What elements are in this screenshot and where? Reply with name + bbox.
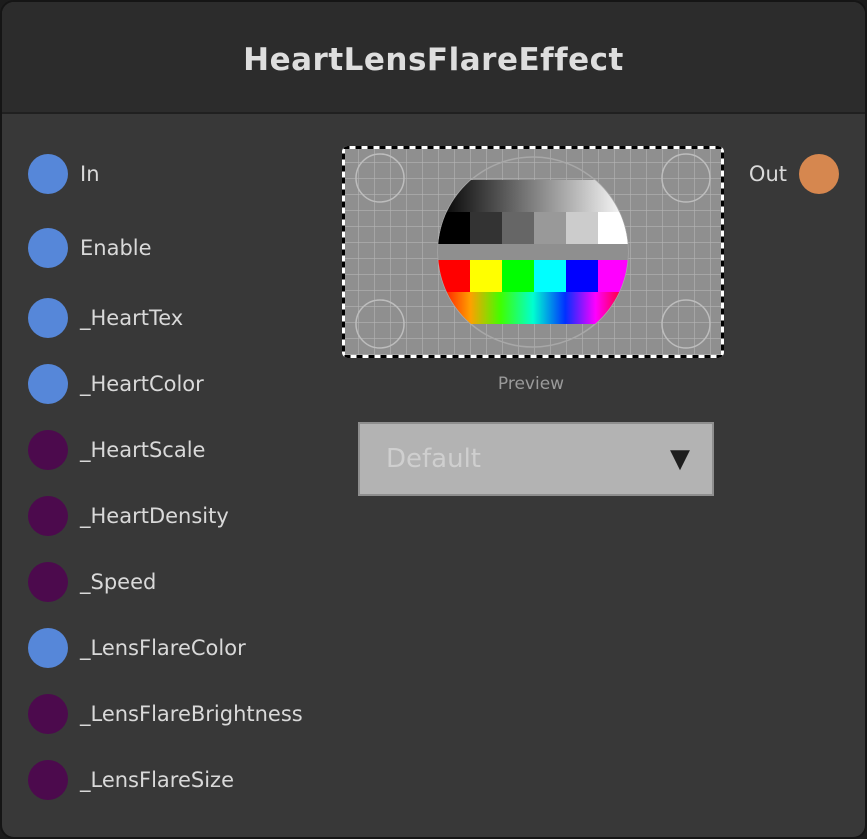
input-port-lensflaresize[interactable]: _LensFlareSize	[28, 758, 234, 802]
port-label: _HeartDensity	[80, 504, 229, 528]
port-connector-dot[interactable]	[28, 694, 68, 734]
port-connector-dot[interactable]	[28, 228, 68, 268]
node-title: HeartLensFlareEffect	[243, 42, 624, 78]
input-port-heartscale[interactable]: _HeartScale	[28, 428, 205, 472]
port-connector-dot[interactable]	[28, 298, 68, 338]
port-label: _HeartScale	[80, 438, 206, 462]
port-label: _Speed	[80, 570, 157, 594]
input-port-heartcolor[interactable]: _HeartColor	[28, 362, 204, 406]
port-connector-dot[interactable]	[799, 154, 839, 194]
input-port-speed[interactable]: _Speed	[28, 560, 156, 604]
triangle-down-icon: ▼	[670, 444, 690, 474]
mode-dropdown[interactable]: Default ▼	[358, 422, 714, 496]
port-connector-dot[interactable]	[28, 364, 68, 404]
node-header[interactable]: HeartLensFlareEffect	[2, 2, 865, 114]
input-port-lensflarecolor[interactable]: _LensFlareColor	[28, 626, 246, 670]
port-label: _LensFlareColor	[80, 636, 246, 660]
port-label: _HeartTex	[80, 306, 184, 330]
preview-image	[342, 146, 724, 358]
port-label: In	[80, 162, 100, 186]
port-connector-dot[interactable]	[28, 496, 68, 536]
port-label: Enable	[80, 236, 152, 260]
port-label: Out	[748, 162, 787, 186]
input-port-in[interactable]: In	[28, 152, 100, 196]
input-port-enable[interactable]: Enable	[28, 226, 152, 270]
test-card-graphic	[342, 146, 724, 358]
dropdown-selected-value: Default	[386, 444, 481, 474]
preview-caption: Preview	[497, 374, 565, 394]
port-label: _HeartColor	[80, 372, 204, 396]
shader-node[interactable]: HeartLensFlareEffect In Enable _HeartTex…	[0, 0, 867, 839]
port-connector-dot[interactable]	[28, 562, 68, 602]
port-connector-dot[interactable]	[28, 628, 68, 668]
port-label: _LensFlareSize	[80, 768, 234, 792]
input-port-hearttex[interactable]: _HeartTex	[28, 296, 183, 340]
output-port-out[interactable]: Out	[749, 152, 839, 196]
input-port-heartdensity[interactable]: _HeartDensity	[28, 494, 229, 538]
port-connector-dot[interactable]	[28, 430, 68, 470]
input-port-lensflarebrightness[interactable]: _LensFlareBrightness	[28, 692, 303, 736]
port-connector-dot[interactable]	[28, 760, 68, 800]
port-label: _LensFlareBrightness	[80, 702, 303, 726]
port-connector-dot[interactable]	[28, 154, 68, 194]
